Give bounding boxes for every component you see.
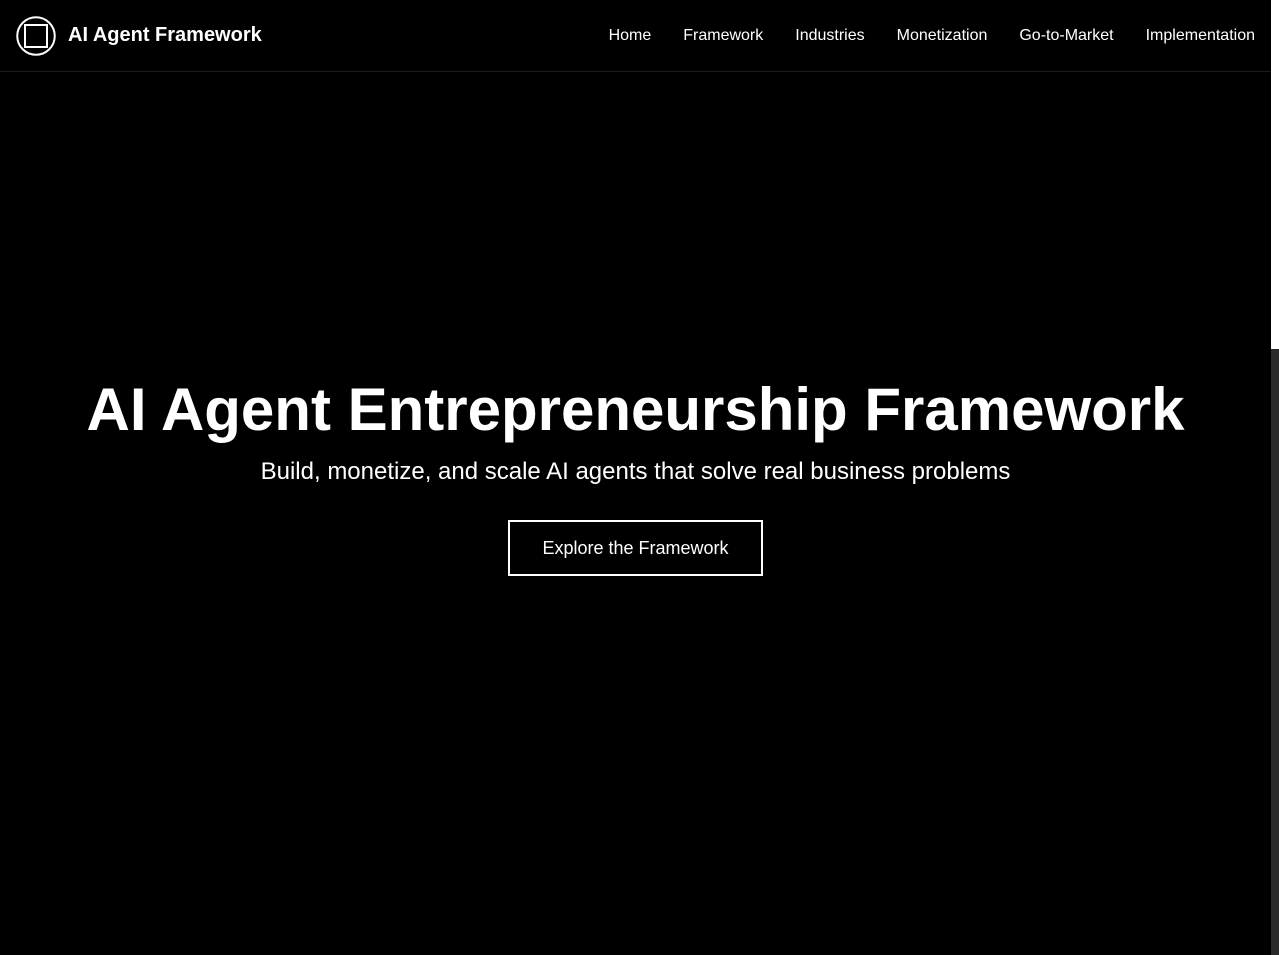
nav-link-industries[interactable]: Industries (795, 27, 864, 45)
nav-link-implementation[interactable]: Implementation (1146, 27, 1255, 45)
nav-link-home[interactable]: Home (609, 27, 652, 45)
hero-subtitle: Build, monetize, and scale AI agents tha… (260, 458, 1011, 485)
vertical-scrollbar[interactable] (1271, 0, 1279, 955)
brand-name: AI Agent Framework (68, 24, 262, 46)
nav-link-framework[interactable]: Framework (683, 27, 763, 45)
top-navbar: AI Agent Framework Home Framework Indust… (0, 0, 1271, 72)
logo-square-in-circle-icon (16, 15, 56, 56)
nav-link-monetization[interactable]: Monetization (897, 27, 988, 45)
nav-link-go-to-market[interactable]: Go-to-Market (1019, 27, 1113, 45)
main-nav: Home Framework Industries Monetization G… (609, 27, 1255, 45)
hero-section: AI Agent Entrepreneurship Framework Buil… (0, 72, 1271, 955)
brand-home-link[interactable]: AI Agent Framework (16, 15, 262, 56)
page: AI Agent Framework Home Framework Indust… (0, 0, 1271, 955)
hero-title: AI Agent Entrepreneurship Framework (86, 376, 1185, 443)
explore-framework-button[interactable]: Explore the Framework (508, 520, 763, 576)
scrollbar-thumb[interactable] (1271, 349, 1279, 955)
